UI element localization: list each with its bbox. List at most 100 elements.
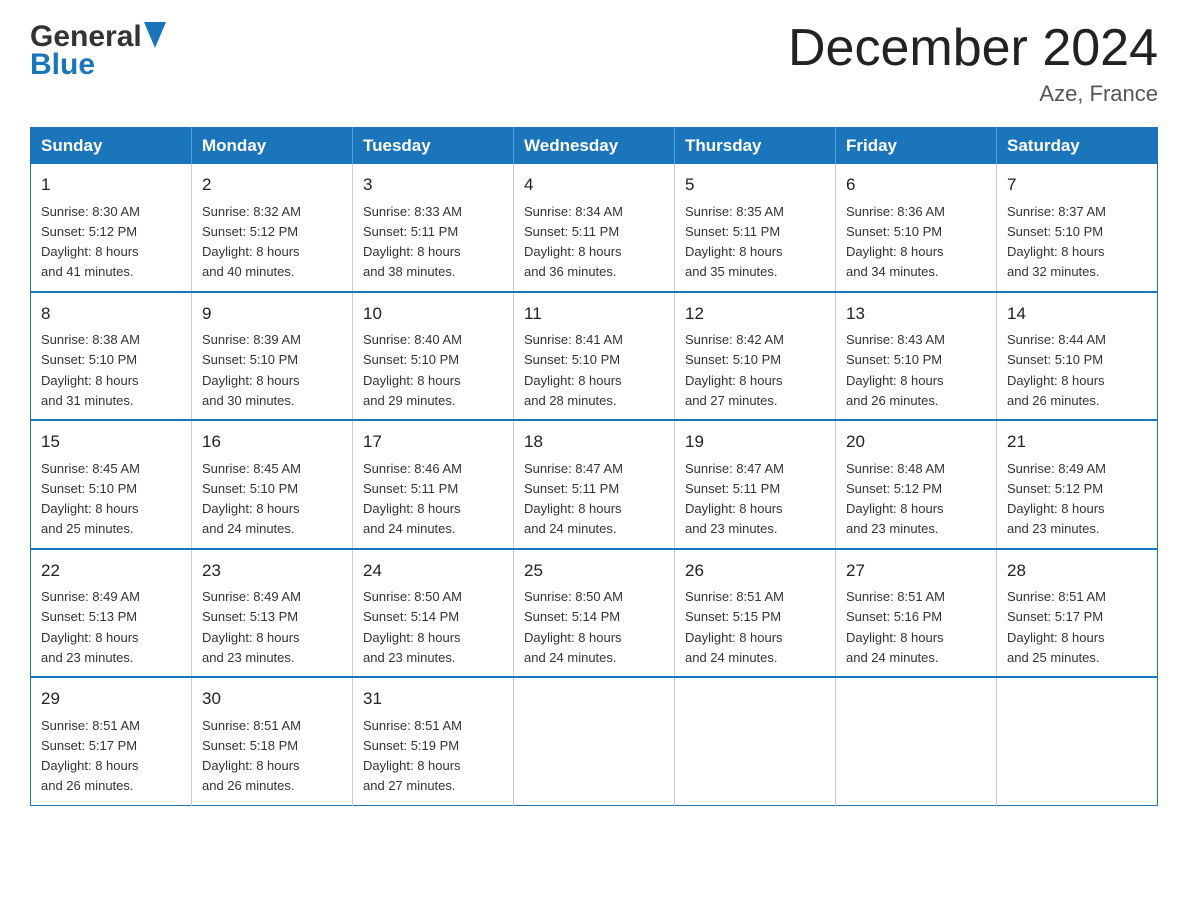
calendar-day-cell: 27 Sunrise: 8:51 AMSunset: 5:16 PMDaylig…	[836, 549, 997, 678]
day-number: 9	[202, 301, 342, 327]
calendar-day-cell	[675, 677, 836, 805]
day-info: Sunrise: 8:49 AMSunset: 5:13 PMDaylight:…	[41, 589, 140, 665]
calendar-table: Sunday Monday Tuesday Wednesday Thursday…	[30, 127, 1158, 806]
day-number: 16	[202, 429, 342, 455]
page-header: General Blue December 2024 Aze, France	[30, 20, 1158, 107]
day-info: Sunrise: 8:40 AMSunset: 5:10 PMDaylight:…	[363, 332, 462, 408]
day-info: Sunrise: 8:32 AMSunset: 5:12 PMDaylight:…	[202, 204, 301, 280]
day-number: 26	[685, 558, 825, 584]
day-number: 14	[1007, 301, 1147, 327]
day-info: Sunrise: 8:38 AMSunset: 5:10 PMDaylight:…	[41, 332, 140, 408]
day-number: 29	[41, 686, 181, 712]
day-number: 17	[363, 429, 503, 455]
day-number: 25	[524, 558, 664, 584]
calendar-day-cell: 13 Sunrise: 8:43 AMSunset: 5:10 PMDaylig…	[836, 292, 997, 421]
day-info: Sunrise: 8:51 AMSunset: 5:18 PMDaylight:…	[202, 718, 301, 794]
calendar-day-cell: 29 Sunrise: 8:51 AMSunset: 5:17 PMDaylig…	[31, 677, 192, 805]
calendar-day-cell: 22 Sunrise: 8:49 AMSunset: 5:13 PMDaylig…	[31, 549, 192, 678]
logo: General Blue	[30, 20, 166, 82]
day-number: 11	[524, 301, 664, 327]
day-info: Sunrise: 8:51 AMSunset: 5:16 PMDaylight:…	[846, 589, 945, 665]
calendar-day-cell: 30 Sunrise: 8:51 AMSunset: 5:18 PMDaylig…	[192, 677, 353, 805]
calendar-day-cell: 31 Sunrise: 8:51 AMSunset: 5:19 PMDaylig…	[353, 677, 514, 805]
day-info: Sunrise: 8:41 AMSunset: 5:10 PMDaylight:…	[524, 332, 623, 408]
day-info: Sunrise: 8:35 AMSunset: 5:11 PMDaylight:…	[685, 204, 784, 280]
day-number: 5	[685, 172, 825, 198]
header-saturday: Saturday	[997, 128, 1158, 165]
day-number: 30	[202, 686, 342, 712]
day-info: Sunrise: 8:49 AMSunset: 5:13 PMDaylight:…	[202, 589, 301, 665]
logo-arrow-icon	[144, 22, 166, 48]
day-number: 19	[685, 429, 825, 455]
day-info: Sunrise: 8:33 AMSunset: 5:11 PMDaylight:…	[363, 204, 462, 280]
calendar-day-cell: 17 Sunrise: 8:46 AMSunset: 5:11 PMDaylig…	[353, 420, 514, 549]
calendar-day-cell: 10 Sunrise: 8:40 AMSunset: 5:10 PMDaylig…	[353, 292, 514, 421]
header-friday: Friday	[836, 128, 997, 165]
calendar-day-cell: 12 Sunrise: 8:42 AMSunset: 5:10 PMDaylig…	[675, 292, 836, 421]
calendar-day-cell: 5 Sunrise: 8:35 AMSunset: 5:11 PMDayligh…	[675, 164, 836, 292]
day-number: 18	[524, 429, 664, 455]
calendar-week-row: 8 Sunrise: 8:38 AMSunset: 5:10 PMDayligh…	[31, 292, 1158, 421]
calendar-header: Sunday Monday Tuesday Wednesday Thursday…	[31, 128, 1158, 165]
calendar-day-cell: 25 Sunrise: 8:50 AMSunset: 5:14 PMDaylig…	[514, 549, 675, 678]
day-info: Sunrise: 8:48 AMSunset: 5:12 PMDaylight:…	[846, 461, 945, 537]
day-number: 22	[41, 558, 181, 584]
day-number: 31	[363, 686, 503, 712]
header-monday: Monday	[192, 128, 353, 165]
calendar-day-cell: 26 Sunrise: 8:51 AMSunset: 5:15 PMDaylig…	[675, 549, 836, 678]
day-info: Sunrise: 8:45 AMSunset: 5:10 PMDaylight:…	[41, 461, 140, 537]
day-info: Sunrise: 8:47 AMSunset: 5:11 PMDaylight:…	[524, 461, 623, 537]
calendar-day-cell: 3 Sunrise: 8:33 AMSunset: 5:11 PMDayligh…	[353, 164, 514, 292]
day-number: 21	[1007, 429, 1147, 455]
day-info: Sunrise: 8:51 AMSunset: 5:19 PMDaylight:…	[363, 718, 462, 794]
calendar-day-cell: 1 Sunrise: 8:30 AMSunset: 5:12 PMDayligh…	[31, 164, 192, 292]
day-info: Sunrise: 8:49 AMSunset: 5:12 PMDaylight:…	[1007, 461, 1106, 537]
day-number: 13	[846, 301, 986, 327]
calendar-day-cell: 15 Sunrise: 8:45 AMSunset: 5:10 PMDaylig…	[31, 420, 192, 549]
calendar-day-cell: 2 Sunrise: 8:32 AMSunset: 5:12 PMDayligh…	[192, 164, 353, 292]
day-info: Sunrise: 8:51 AMSunset: 5:17 PMDaylight:…	[41, 718, 140, 794]
logo-blue: Blue	[30, 48, 95, 82]
calendar-week-row: 1 Sunrise: 8:30 AMSunset: 5:12 PMDayligh…	[31, 164, 1158, 292]
day-number: 23	[202, 558, 342, 584]
day-info: Sunrise: 8:37 AMSunset: 5:10 PMDaylight:…	[1007, 204, 1106, 280]
day-number: 12	[685, 301, 825, 327]
calendar-day-cell: 6 Sunrise: 8:36 AMSunset: 5:10 PMDayligh…	[836, 164, 997, 292]
day-number: 1	[41, 172, 181, 198]
calendar-header-row: Sunday Monday Tuesday Wednesday Thursday…	[31, 128, 1158, 165]
day-number: 4	[524, 172, 664, 198]
day-number: 15	[41, 429, 181, 455]
calendar-day-cell: 8 Sunrise: 8:38 AMSunset: 5:10 PMDayligh…	[31, 292, 192, 421]
header-thursday: Thursday	[675, 128, 836, 165]
title-area: December 2024 Aze, France	[788, 20, 1158, 107]
page-title: December 2024	[788, 20, 1158, 77]
day-info: Sunrise: 8:51 AMSunset: 5:17 PMDaylight:…	[1007, 589, 1106, 665]
day-info: Sunrise: 8:34 AMSunset: 5:11 PMDaylight:…	[524, 204, 623, 280]
day-number: 3	[363, 172, 503, 198]
calendar-day-cell: 20 Sunrise: 8:48 AMSunset: 5:12 PMDaylig…	[836, 420, 997, 549]
day-number: 24	[363, 558, 503, 584]
day-number: 2	[202, 172, 342, 198]
day-info: Sunrise: 8:50 AMSunset: 5:14 PMDaylight:…	[363, 589, 462, 665]
calendar-day-cell: 19 Sunrise: 8:47 AMSunset: 5:11 PMDaylig…	[675, 420, 836, 549]
calendar-day-cell	[997, 677, 1158, 805]
header-sunday: Sunday	[31, 128, 192, 165]
day-info: Sunrise: 8:42 AMSunset: 5:10 PMDaylight:…	[685, 332, 784, 408]
calendar-day-cell: 18 Sunrise: 8:47 AMSunset: 5:11 PMDaylig…	[514, 420, 675, 549]
day-number: 10	[363, 301, 503, 327]
day-info: Sunrise: 8:36 AMSunset: 5:10 PMDaylight:…	[846, 204, 945, 280]
calendar-day-cell	[514, 677, 675, 805]
calendar-week-row: 29 Sunrise: 8:51 AMSunset: 5:17 PMDaylig…	[31, 677, 1158, 805]
header-tuesday: Tuesday	[353, 128, 514, 165]
day-info: Sunrise: 8:45 AMSunset: 5:10 PMDaylight:…	[202, 461, 301, 537]
day-number: 6	[846, 172, 986, 198]
calendar-day-cell: 24 Sunrise: 8:50 AMSunset: 5:14 PMDaylig…	[353, 549, 514, 678]
day-info: Sunrise: 8:50 AMSunset: 5:14 PMDaylight:…	[524, 589, 623, 665]
location-subtitle: Aze, France	[788, 81, 1158, 107]
calendar-day-cell: 7 Sunrise: 8:37 AMSunset: 5:10 PMDayligh…	[997, 164, 1158, 292]
calendar-week-row: 22 Sunrise: 8:49 AMSunset: 5:13 PMDaylig…	[31, 549, 1158, 678]
day-info: Sunrise: 8:46 AMSunset: 5:11 PMDaylight:…	[363, 461, 462, 537]
day-info: Sunrise: 8:39 AMSunset: 5:10 PMDaylight:…	[202, 332, 301, 408]
calendar-day-cell: 21 Sunrise: 8:49 AMSunset: 5:12 PMDaylig…	[997, 420, 1158, 549]
calendar-day-cell: 14 Sunrise: 8:44 AMSunset: 5:10 PMDaylig…	[997, 292, 1158, 421]
